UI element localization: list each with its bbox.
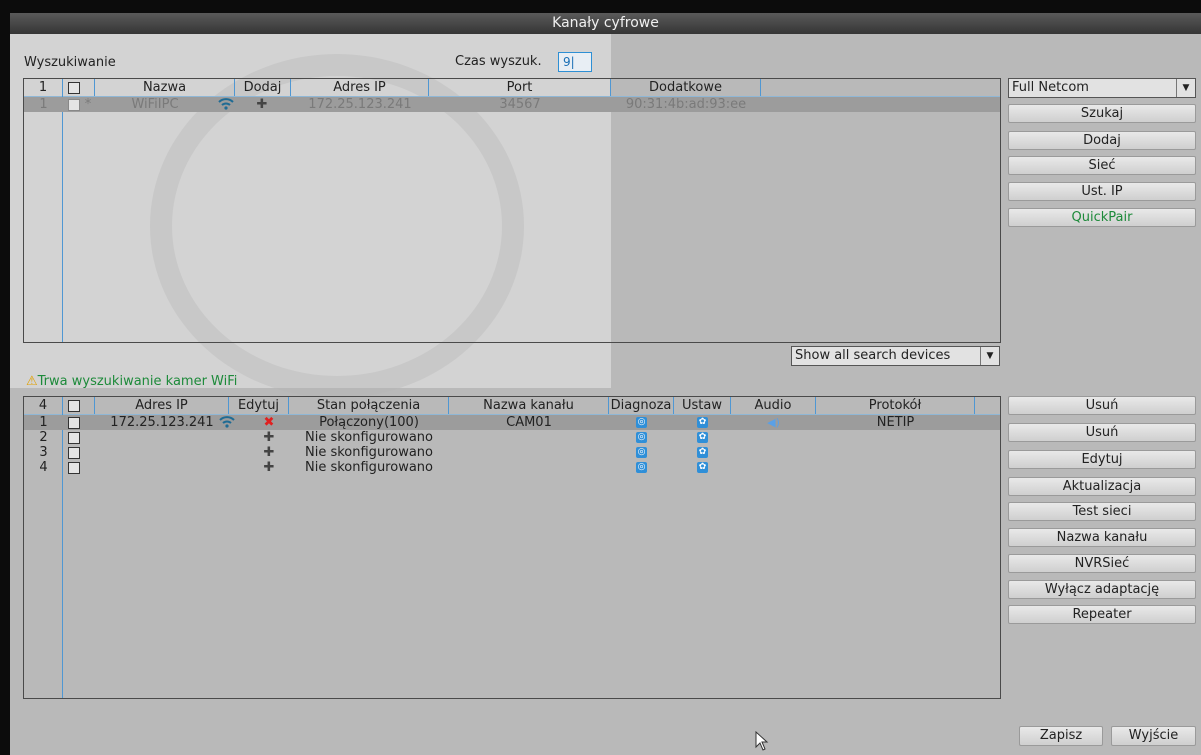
exit-button[interactable]: Wyjście — [1111, 726, 1196, 746]
add-plus-icon[interactable]: ✚ — [249, 445, 289, 460]
window-title: Kanały cyfrowe — [10, 13, 1201, 34]
mouse-cursor-icon — [755, 730, 769, 755]
channel-row[interactable]: 4 ✚ Nie skonfigurowano ◎ ✿ — [24, 460, 1000, 475]
device-ip: 172.25.123.241 — [308, 97, 412, 112]
channel-name: CAM01 — [506, 415, 552, 430]
search-filter-value: Show all search devices — [795, 348, 951, 363]
channel-row[interactable]: 1 172.25.123.241 ✖ Połączony(100) CAM01 … — [24, 415, 1000, 430]
ip-settings-button[interactable]: Ust. IP — [1008, 182, 1196, 201]
channel-name-button[interactable]: Nazwa kanału — [1008, 528, 1196, 547]
column-header-channel-name: Nazwa kanału — [449, 397, 609, 414]
row-checkbox[interactable] — [68, 447, 80, 459]
column-header-settings: Ustaw — [674, 397, 731, 414]
search-results-table: 1 Nazwa Dodaj Adres IP Port Dodatkowe 1 … — [23, 78, 1001, 343]
search-status: ⚠Trwa wyszukiwanie kamer WiFi — [26, 374, 237, 389]
connection-status: Nie skonfigurowano — [305, 430, 433, 445]
select-all-header[interactable] — [63, 79, 95, 96]
column-header-port: Port — [429, 79, 611, 96]
channels-table-header: 4 Adres IP Edytuj Stan połączenia Nazwa … — [24, 397, 1000, 415]
settings-gear-icon[interactable]: ✿ — [674, 460, 731, 475]
repeater-button[interactable]: Repeater — [1008, 605, 1196, 624]
row-checkbox[interactable] — [68, 417, 80, 429]
channels-count-header: 4 — [24, 397, 63, 414]
column-header-connection-status: Stan połączenia — [289, 397, 449, 414]
speaker-icon[interactable]: ◀) — [731, 415, 816, 430]
select-all-channels-checkbox[interactable] — [68, 400, 80, 412]
channel-row[interactable]: 3 ✚ Nie skonfigurowano ◎ ✿ — [24, 445, 1000, 460]
add-button[interactable]: Dodaj — [1008, 131, 1196, 150]
diagnosis-icon[interactable]: ◎ — [609, 415, 674, 430]
warning-icon: ⚠ — [26, 374, 38, 389]
add-device-plus-icon[interactable]: ✚ — [242, 97, 282, 112]
row-checkbox[interactable] — [68, 99, 80, 111]
column-header-diagnosis: Diagnoza — [609, 397, 674, 414]
search-status-text: Trwa wyszukiwanie kamer WiFi — [37, 374, 238, 389]
select-all-channels-header[interactable] — [63, 397, 95, 414]
save-button[interactable]: Zapisz — [1019, 726, 1103, 746]
search-count-header: 1 — [24, 79, 63, 96]
row-number: 3 — [39, 445, 48, 460]
row-number: 1 — [39, 415, 48, 430]
search-button[interactable]: Szukaj — [1008, 104, 1196, 123]
device-name: WiFiIPC — [131, 97, 179, 112]
network-test-button[interactable]: Test sieci — [1008, 502, 1196, 521]
add-plus-icon[interactable]: ✚ — [249, 460, 289, 475]
row-checkbox[interactable] — [68, 462, 80, 474]
chevron-down-icon: ▼ — [980, 347, 999, 365]
disable-adaptation-button[interactable]: Wyłącz adaptację — [1008, 580, 1196, 599]
row-star: * — [84, 97, 92, 112]
search-time-label: Czas wyszuk. — [455, 54, 542, 69]
search-filter-select[interactable]: Show all search devices ▼ — [791, 346, 1000, 366]
wifi-icon — [214, 415, 240, 430]
column-header-protocol: Protokół — [816, 397, 975, 414]
diagnosis-icon[interactable]: ◎ — [609, 445, 674, 460]
column-header-name: Nazwa — [95, 79, 235, 96]
device-mac: 90:31:4b:ad:93:ee — [625, 97, 747, 112]
row-number: 1 — [39, 97, 48, 112]
settings-gear-icon[interactable]: ✿ — [674, 415, 731, 430]
delete-button[interactable]: Usuń — [1008, 396, 1196, 415]
diagnosis-icon[interactable]: ◎ — [609, 460, 674, 475]
chevron-down-icon: ▼ — [1176, 79, 1195, 97]
protocol-select[interactable]: Full Netcom ▼ — [1008, 78, 1196, 98]
search-section-label: Wyszukiwanie — [24, 55, 116, 70]
select-all-checkbox[interactable] — [68, 82, 80, 94]
diagnosis-icon[interactable]: ◎ — [609, 430, 674, 445]
update-button[interactable]: Aktualizacja — [1008, 477, 1196, 496]
row-checkbox[interactable] — [68, 432, 80, 444]
column-header-extra: Dodatkowe — [611, 79, 761, 96]
connection-status: Nie skonfigurowano — [305, 445, 433, 460]
settings-gear-icon[interactable]: ✿ — [674, 445, 731, 460]
protocol-select-value: Full Netcom — [1012, 80, 1089, 95]
column-header-audio: Audio — [731, 397, 816, 414]
column-header-ip: Adres IP — [291, 79, 429, 96]
row-number: 4 — [39, 460, 48, 475]
channel-row[interactable]: 2 ✚ Nie skonfigurowano ◎ ✿ — [24, 430, 1000, 445]
delete-x-icon[interactable]: ✖ — [249, 415, 289, 430]
column-header-add: Dodaj — [235, 79, 291, 96]
device-port: 34567 — [499, 97, 541, 112]
main-panel: Wyszukiwanie Czas wyszuk. 9| 1 Nazwa Dod… — [10, 34, 1201, 755]
connection-status: Połączony(100) — [319, 415, 419, 430]
column-header-edit: Edytuj — [229, 397, 289, 414]
quickpair-button[interactable]: QuickPair — [1008, 208, 1196, 227]
edit-button[interactable]: Edytuj — [1008, 450, 1196, 469]
search-table-header: 1 Nazwa Dodaj Adres IP Port Dodatkowe — [24, 79, 1000, 97]
search-result-row[interactable]: 1 * WiFiIPC ✚ 172.25.123.241 34567 90:31… — [24, 97, 1000, 112]
delete-all-button[interactable]: Usuń — [1008, 423, 1196, 442]
add-plus-icon[interactable]: ✚ — [249, 430, 289, 445]
nvr-network-button[interactable]: NVRSieć — [1008, 554, 1196, 573]
row-number: 2 — [39, 430, 48, 445]
connection-status: Nie skonfigurowano — [305, 460, 433, 475]
channels-table: 4 Adres IP Edytuj Stan połączenia Nazwa … — [23, 396, 1001, 699]
settings-gear-icon[interactable]: ✿ — [674, 430, 731, 445]
network-button[interactable]: Sieć — [1008, 156, 1196, 175]
column-divider — [62, 96, 63, 342]
channel-ip: 172.25.123.241 — [110, 415, 214, 430]
column-header-ip: Adres IP — [95, 397, 229, 414]
wifi-icon — [213, 97, 239, 112]
search-time-input[interactable]: 9| — [558, 52, 592, 72]
channel-protocol: NETIP — [876, 415, 915, 430]
